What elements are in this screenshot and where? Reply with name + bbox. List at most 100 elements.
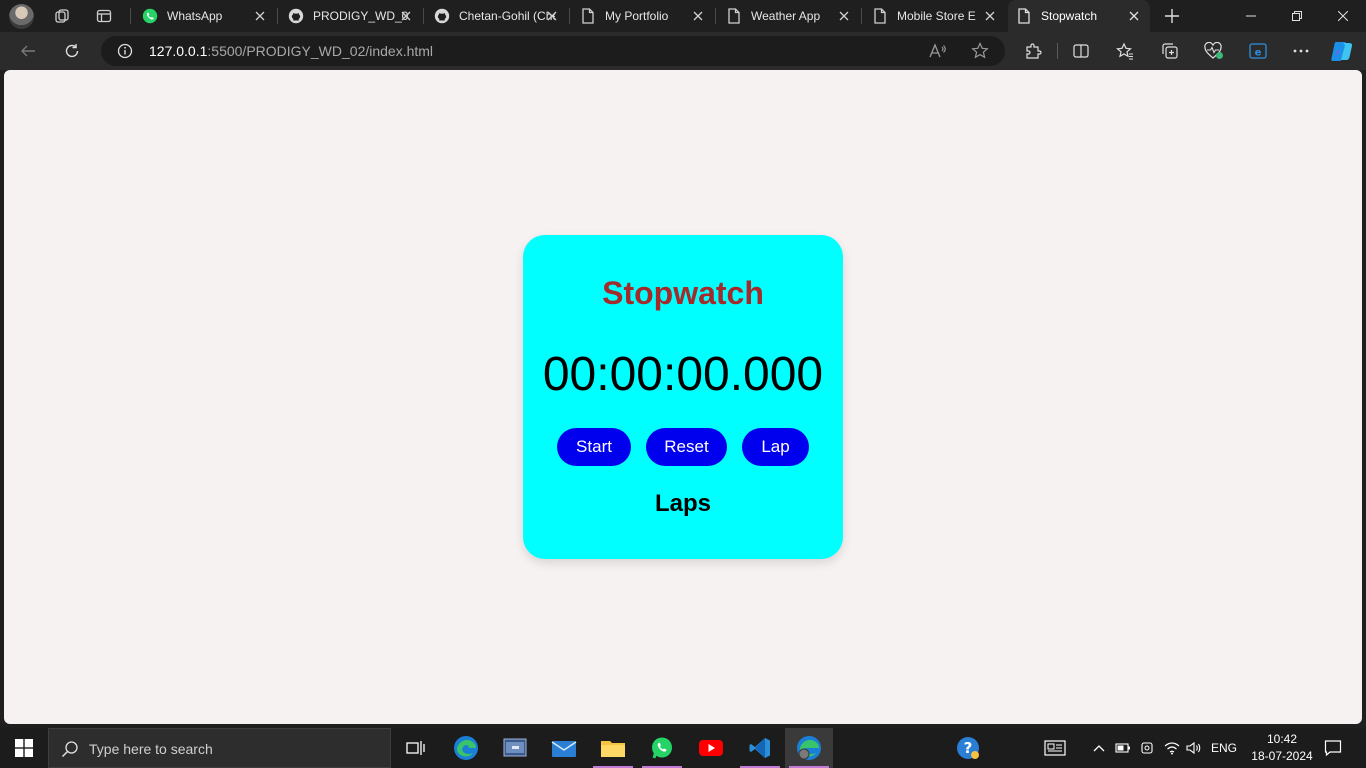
close-tab-icon[interactable] [544,8,560,24]
battery-icon [1115,743,1130,753]
close-tab-icon[interactable] [1126,8,1142,24]
page-icon [580,8,596,24]
svg-text:?: ? [964,739,973,757]
browser-toolbar: 127.0.0.1:5500/PRODIGY_WD_02/index.html … [0,32,1366,70]
tab-mobile-store[interactable]: Mobile Store E [864,0,1006,32]
more-options-icon [1293,49,1309,53]
settings-menu-button[interactable] [1289,39,1313,63]
page-viewport: Stopwatch 00:00:00.000 Start Reset Lap L… [4,70,1362,724]
tab-chetan-gohil[interactable]: Chetan-Gohil (Chetan Gohil) [426,0,568,32]
close-tab-icon[interactable] [982,8,998,24]
taskbar-edge-beta[interactable] [442,728,490,768]
refresh-button[interactable] [60,39,84,63]
reset-button[interactable]: Reset [646,428,727,466]
search-placeholder: Type here to search [89,741,213,757]
start-button[interactable]: Start [557,428,631,466]
tab-title: Chetan-Gohil (Chetan Gohil) [459,9,555,23]
tab-title: WhatsApp [167,9,223,23]
vscode-icon [749,738,770,758]
favorites-button[interactable] [1113,39,1137,63]
tab-stopwatch[interactable]: Stopwatch [1008,0,1150,32]
taskbar-mail[interactable] [540,728,588,768]
taskbar-youtube[interactable] [687,728,735,768]
language-indicator[interactable]: ENG [1208,728,1240,768]
language-label: ENG [1210,741,1237,755]
notifications-button[interactable] [1320,728,1346,768]
close-tab-icon[interactable] [690,8,706,24]
split-screen-button[interactable] [1069,39,1093,63]
internet-explorer-mode-button[interactable]: e [1246,39,1270,63]
tab-actions-icon[interactable] [94,6,114,26]
folder-icon [601,741,625,757]
clock-time: 10:42 [1266,732,1298,746]
heart-pulse-icon [1204,42,1223,59]
news-widget-button[interactable] [1040,728,1070,768]
github-icon [434,8,450,24]
restore-icon [1292,11,1302,21]
favorite-star-icon[interactable] [971,42,989,65]
back-arrow-icon [21,45,35,57]
whatsapp-icon [142,8,158,24]
tab-my-portfolio[interactable]: My Portfolio [572,0,714,32]
copilot-button[interactable] [1330,39,1354,63]
restore-button[interactable] [1274,0,1320,32]
meet-now-tray-icon[interactable] [1138,728,1158,768]
site-info-icon[interactable] [117,43,133,64]
taskbar-whatsapp[interactable] [638,728,686,768]
battery-tray-icon[interactable] [1113,728,1133,768]
stopwatch-card: Stopwatch 00:00:00.000 Start Reset Lap L… [523,235,843,559]
taskbar-vscode[interactable] [736,728,784,768]
close-icon [1338,11,1348,21]
close-tab-icon[interactable] [398,8,414,24]
back-button[interactable] [16,39,40,63]
tab-title: Weather App [751,9,821,23]
volume-tray-icon[interactable] [1184,728,1204,768]
address-bar[interactable]: 127.0.0.1:5500/PRODIGY_WD_02/index.html [101,36,1005,66]
edge-icon [454,736,478,760]
minimize-button[interactable] [1228,0,1274,32]
task-view-button[interactable] [392,728,440,768]
show-hidden-icons-button[interactable] [1090,728,1108,768]
close-tab-icon[interactable] [836,8,852,24]
browser-essentials-button[interactable] [1202,39,1226,63]
lap-button[interactable]: Lap [742,428,809,466]
close-tab-icon[interactable] [252,8,268,24]
extensions-button[interactable] [1021,39,1045,63]
collections-button[interactable] [1158,39,1182,63]
network-tray-icon[interactable] [1162,728,1182,768]
mail-icon [551,741,577,757]
taskbar-search[interactable]: Type here to search [48,728,391,768]
copilot-icon [1331,42,1353,61]
chevron-up-icon [1093,745,1105,752]
browser-tab-strip: WhatsApp PRODIGY_WD_02 Chetan-Gohil (Che… [0,0,1366,32]
page-icon [872,8,888,24]
whatsapp-icon [652,737,672,759]
url-text: 127.0.0.1:5500/PRODIGY_WD_02/index.html [149,43,433,59]
new-tab-button[interactable] [1160,4,1184,28]
stopwatch-title: Stopwatch [602,275,764,311]
tab-title: Stopwatch [1041,9,1098,23]
profile-avatar[interactable] [9,4,34,29]
taskbar-app-window[interactable] [491,728,539,768]
tab-whatsapp[interactable]: WhatsApp [134,0,276,32]
edge-profile-icon [797,736,821,760]
read-aloud-icon[interactable] [929,43,947,64]
tab-prodigy[interactable]: PRODIGY_WD_02 [280,0,422,32]
split-screen-icon [1073,44,1089,58]
task-view-icon [406,741,425,755]
windows-logo-icon [15,739,33,757]
github-icon [288,8,304,24]
tab-weather-app[interactable]: Weather App [718,0,860,32]
taskbar-edge-active[interactable] [785,728,833,768]
workspaces-icon[interactable] [52,6,72,26]
tab-title: My Portfolio [605,9,669,23]
start-button[interactable] [0,728,48,768]
help-tray-button[interactable]: ? [952,728,984,768]
refresh-icon [65,44,79,58]
close-window-button[interactable] [1320,0,1366,32]
taskbar-clock[interactable]: 10:42 18-07-2024 [1248,731,1316,765]
app-window-icon [503,738,527,757]
taskbar-file-explorer[interactable] [589,728,637,768]
plus-icon [1165,9,1179,23]
time-display: 00:00:00.000 [542,348,824,401]
